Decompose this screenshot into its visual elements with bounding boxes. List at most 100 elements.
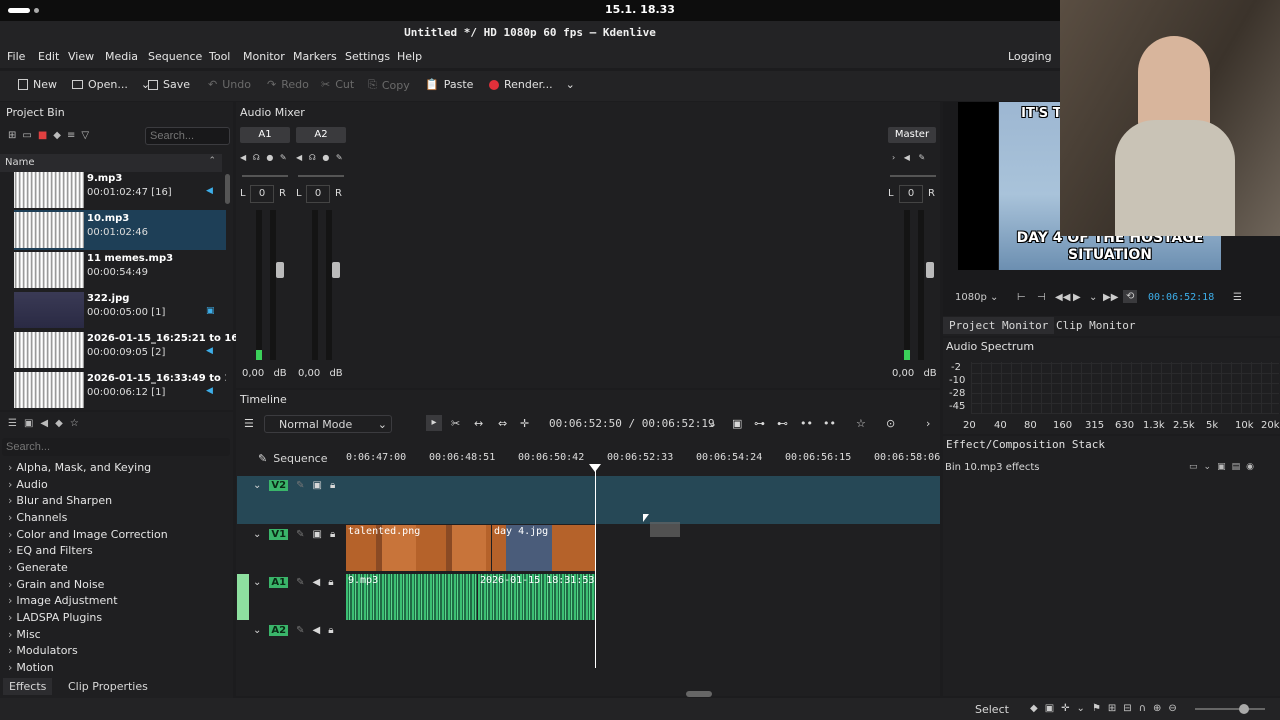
copy-button[interactable]: ⎘ Copy — [368, 78, 410, 92]
menu-media[interactable]: Media — [105, 50, 138, 63]
zoom-in-icon[interactable]: ⊕ — [1153, 703, 1168, 714]
new-button[interactable]: New — [18, 78, 57, 91]
menu-sequence[interactable]: Sequence — [148, 50, 202, 63]
undo-button[interactable]: ↶ Undo — [208, 78, 251, 91]
chevron-down-icon[interactable]: ⌄ — [708, 417, 717, 430]
menu-settings[interactable]: Settings — [345, 50, 390, 63]
effect-category[interactable]: Color and Image Correction — [8, 528, 167, 541]
menu-help[interactable]: Help — [397, 50, 422, 63]
lock-icon[interactable]: 🔒︎ — [328, 625, 333, 636]
bin-item[interactable]: 9.mp3 00:01:02:47 [16] ◀ — [14, 170, 226, 210]
chevron-right-icon[interactable]: › — [926, 417, 930, 430]
effect-category[interactable]: Generate — [8, 561, 67, 574]
effect-category[interactable]: Alpha, Mask, and Keying — [8, 461, 151, 474]
resolution-select[interactable]: 1080p ⌄ — [955, 292, 998, 303]
effect-category[interactable]: Modulators — [8, 644, 77, 657]
bin-item-selected[interactable]: 10.mp3 00:01:02:46 — [14, 210, 226, 250]
chevron-down-icon[interactable]: ⌄ — [1204, 462, 1218, 472]
chevron-down-icon[interactable]: ⌄ — [253, 480, 261, 491]
add-clip-icon[interactable]: ⊞ — [8, 130, 22, 141]
effect-category[interactable]: Grain and Noise — [8, 578, 104, 591]
hide-track-icon[interactable]: ▣ — [312, 480, 321, 491]
chevron-down-icon[interactable]: ⌄ — [1077, 703, 1092, 714]
effect-category[interactable]: Audio — [8, 478, 47, 491]
paste-button[interactable]: 📋 Paste — [425, 78, 473, 91]
volume-fader[interactable] — [332, 262, 340, 278]
edit-icon[interactable]: ✎ — [296, 577, 304, 588]
cut-button[interactable]: ✂ Cut — [321, 78, 354, 91]
tab-effects[interactable]: Effects — [3, 678, 53, 695]
play-icon[interactable]: ▶ — [1073, 292, 1081, 303]
redo-button[interactable]: ↷ Redo — [267, 78, 309, 91]
volume-fader[interactable] — [276, 262, 284, 278]
channel-a2-volume-input[interactable]: 0 — [306, 185, 330, 203]
save-icon[interactable]: ▣ — [1217, 462, 1232, 472]
effect-category[interactable]: Motion — [8, 661, 53, 674]
select-tool-icon[interactable]: ▸ — [426, 415, 442, 431]
menu-icon[interactable]: ☰ — [1233, 292, 1242, 303]
tag-icon[interactable]: ◆ — [1030, 703, 1045, 714]
bin-item[interactable]: 2026-01-15_16:33:49 to 16:00:00:06:12 [1… — [14, 370, 226, 408]
preview-render-icon[interactable]: ⊙ — [886, 417, 895, 430]
list-icon[interactable]: ☰ — [8, 418, 24, 429]
chevron-down-icon[interactable]: ⌄ — [253, 577, 261, 588]
render-button[interactable]: Render... ⌄ — [489, 78, 575, 91]
spacer-tool-icon[interactable]: ↔ — [474, 417, 483, 430]
visibility-icon[interactable]: ◉ — [1246, 462, 1260, 472]
zoom-slider[interactable] — [1195, 704, 1265, 714]
menu-markers[interactable]: Markers — [293, 50, 337, 63]
logging-label[interactable]: Logging — [1008, 50, 1052, 63]
channel-a1-volume-input[interactable]: 0 — [250, 185, 274, 203]
effect-category[interactable]: Blur and Sharpen — [8, 494, 112, 507]
bin-search-input[interactable] — [145, 127, 230, 145]
filter-icon[interactable]: ▽ — [81, 130, 95, 141]
favorite-icon[interactable]: ☆ — [70, 418, 86, 429]
edit-icon[interactable]: ✎ — [296, 529, 304, 540]
custom-icon[interactable]: ◆ — [55, 418, 70, 429]
effect-category[interactable]: LADSPA Plugins — [8, 611, 102, 624]
open-button[interactable]: Open... ⌄ — [72, 78, 150, 91]
effects-search-input[interactable] — [2, 438, 230, 456]
timeline-horizontal-scrollbar[interactable] — [686, 691, 712, 697]
chevron-down-icon[interactable]: ⌄ — [1089, 292, 1097, 303]
edit-icon[interactable]: ✎ — [296, 480, 304, 491]
timeline-clip-audio[interactable]: 9.mp3 — [346, 574, 477, 620]
timecode-display[interactable]: 00:06:52:50 / 00:06:52:19 — [549, 417, 715, 430]
bin-item[interactable]: 11 memes.mp3 00:00:54:49 — [14, 250, 226, 290]
track-v2[interactable] — [237, 476, 940, 524]
tag-icon[interactable]: ◆ — [53, 130, 67, 141]
tab-clip-monitor[interactable]: Clip Monitor — [1050, 317, 1141, 334]
snap-icon[interactable]: ✛ — [1061, 703, 1076, 714]
menu-file[interactable]: File — [7, 50, 25, 63]
save-icon[interactable]: ▣ — [1045, 703, 1061, 714]
timeline-clip-video[interactable]: day 4.jpg — [492, 525, 595, 571]
pan-slider[interactable] — [242, 175, 288, 177]
timeline-clip-audio[interactable]: 2026-01-15 18:31:53 — [478, 574, 595, 620]
timeline-clip-video[interactable]: talented.png — [346, 525, 491, 571]
bin-scrollbar[interactable] — [225, 174, 230, 204]
effect-category[interactable]: Channels — [8, 511, 67, 524]
menu-tool[interactable]: Tool — [209, 50, 230, 63]
collapse-icon[interactable]: ▤ — [1232, 462, 1247, 472]
lock-icon[interactable]: 🔒︎ — [330, 529, 335, 540]
track-a1-active[interactable] — [237, 574, 249, 620]
mute-icon[interactable]: ◀ — [312, 625, 320, 636]
rewind-icon[interactable]: ◀◀ — [1055, 292, 1070, 303]
chevron-down-icon[interactable]: ⌄ — [253, 529, 261, 540]
folder-icon[interactable]: ▭ — [22, 130, 37, 141]
edit-mode-select[interactable]: Normal Mode ⌄ — [264, 415, 392, 433]
insert-icon[interactable]: ⊶ — [754, 417, 765, 430]
sequence-tab[interactable]: ✎ Sequence — [258, 452, 327, 465]
bin-item[interactable]: 2026-01-15_16:25:21 to 16:2 00:00:09:05 [… — [14, 330, 249, 370]
hide-track-icon[interactable]: ▣ — [312, 529, 321, 540]
edit-icon[interactable]: ✎ — [296, 625, 304, 636]
menu-edit[interactable]: Edit — [38, 50, 59, 63]
menu-monitor[interactable]: Monitor — [243, 50, 285, 63]
ripple-tool-icon[interactable]: ✛ — [520, 417, 529, 430]
delete-icon[interactable]: ■ — [38, 130, 53, 141]
audio-icon[interactable]: ◀ — [40, 418, 55, 429]
save-button[interactable]: Save — [148, 78, 190, 91]
loop-icon[interactable]: ⟲ — [1123, 290, 1138, 303]
split-icon[interactable]: ⊟ — [1123, 703, 1138, 714]
split-icon[interactable]: •• — [800, 417, 813, 430]
